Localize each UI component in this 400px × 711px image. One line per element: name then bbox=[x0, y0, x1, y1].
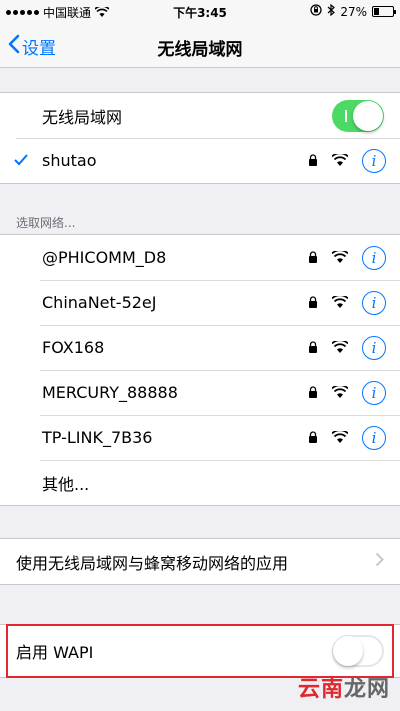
wifi-group: 无线局域网 shutao i bbox=[0, 92, 400, 184]
chevron-right-icon bbox=[375, 551, 384, 572]
lock-icon bbox=[308, 383, 318, 402]
info-icon[interactable]: i bbox=[362, 290, 386, 315]
network-ssid: @PHICOMM_D8 bbox=[42, 248, 167, 267]
networks-header: 选取网络... bbox=[16, 216, 76, 230]
page-title: 无线局域网 bbox=[157, 40, 243, 60]
watermark-logo: 云南龙网 bbox=[298, 671, 390, 703]
info-icon[interactable]: i bbox=[362, 245, 386, 270]
network-row[interactable]: MERCURY_88888 i bbox=[0, 370, 400, 415]
lock-icon bbox=[308, 151, 318, 170]
watermark-text-2: 龙网 bbox=[343, 677, 390, 702]
wifi-signal-icon bbox=[331, 151, 349, 170]
network-row[interactable]: TP-LINK_7B36 i bbox=[0, 415, 400, 460]
lock-icon bbox=[308, 428, 318, 447]
network-row[interactable]: FOX168 i bbox=[0, 325, 400, 370]
network-ssid: ChinaNet-52eJ bbox=[42, 293, 157, 312]
wifi-toggle-label: 无线局域网 bbox=[42, 107, 123, 127]
wifi-toggle-row: 无线局域网 bbox=[0, 93, 400, 138]
wifi-signal-icon bbox=[331, 383, 349, 402]
lock-icon bbox=[308, 338, 318, 357]
wifi-signal-icon bbox=[331, 248, 349, 267]
other-label: 其他... bbox=[42, 474, 90, 494]
network-icons: i bbox=[308, 290, 386, 315]
toggle-knob bbox=[353, 100, 383, 131]
connected-ssid: shutao bbox=[42, 151, 97, 170]
network-ssid: FOX168 bbox=[42, 338, 105, 357]
bluetooth-icon bbox=[327, 3, 336, 19]
wifi-signal-icon bbox=[331, 428, 349, 447]
battery-fill bbox=[374, 8, 379, 15]
networks-group: @PHICOMM_D8 i ChinaNet-52eJ i FOX168 i MERCURY… bbox=[0, 234, 400, 506]
nav-bar: 设置 无线局域网 bbox=[0, 22, 400, 68]
lock-icon bbox=[308, 293, 318, 312]
status-bar: 中国联通 下午3:45 27% bbox=[0, 0, 400, 22]
battery-icon bbox=[372, 6, 396, 17]
network-icons: i bbox=[308, 245, 386, 270]
network-ssid: TP-LINK_7B36 bbox=[42, 428, 153, 447]
wifi-signal-icon bbox=[331, 338, 349, 357]
connected-network-icons: i bbox=[308, 148, 386, 173]
info-icon[interactable]: i bbox=[362, 380, 386, 405]
network-ssid: MERCURY_88888 bbox=[42, 383, 178, 402]
orientation-lock-icon bbox=[310, 4, 322, 19]
network-row[interactable]: ChinaNet-52eJ i bbox=[0, 280, 400, 325]
info-icon[interactable]: i bbox=[362, 148, 386, 173]
network-row[interactable]: @PHICOMM_D8 i bbox=[0, 235, 400, 280]
battery-percent: 27% bbox=[340, 4, 367, 19]
network-icons: i bbox=[308, 380, 386, 405]
toggle-on-mark bbox=[345, 109, 347, 122]
apps-group: 使用无线局域网与蜂窝移动网络的应用 bbox=[0, 538, 400, 585]
apps-row[interactable]: 使用无线局域网与蜂窝移动网络的应用 bbox=[0, 539, 400, 584]
network-icons: i bbox=[308, 425, 386, 450]
connected-network-row[interactable]: shutao i bbox=[0, 138, 400, 183]
info-icon[interactable]: i bbox=[362, 425, 386, 450]
network-icons: i bbox=[308, 335, 386, 360]
wifi-toggle[interactable] bbox=[332, 99, 384, 132]
apps-row-label: 使用无线局域网与蜂窝移动网络的应用 bbox=[16, 553, 289, 573]
other-network-row[interactable]: 其他... bbox=[0, 460, 400, 505]
wifi-signal-icon bbox=[331, 293, 349, 312]
highlight-box bbox=[6, 624, 394, 678]
lock-icon bbox=[308, 248, 318, 267]
watermark-text-1: 云南 bbox=[297, 677, 344, 702]
checkmark-icon bbox=[14, 151, 28, 171]
status-right: 27% bbox=[310, 3, 396, 19]
info-icon[interactable]: i bbox=[362, 335, 386, 360]
